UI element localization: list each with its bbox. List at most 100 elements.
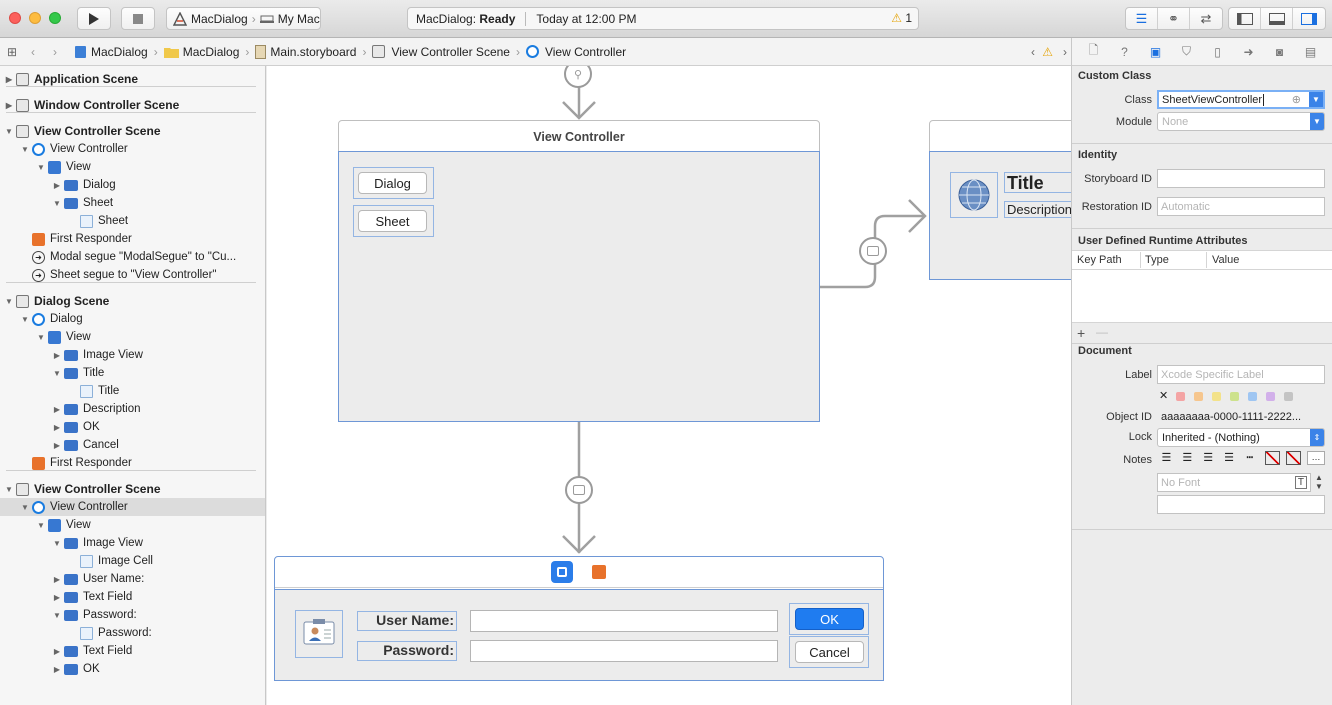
sheet-view[interactable]: User Name: Password: OK Cancel <box>274 589 884 681</box>
disclosure-closed-icon[interactable]: ▶ <box>52 405 62 414</box>
restoration-id-field[interactable]: Automatic <box>1157 197 1325 216</box>
window-minimize-button[interactable] <box>29 12 41 24</box>
no-text-color-icon[interactable] <box>1265 451 1281 465</box>
jump-item-storyboard[interactable]: Main.storyboard <box>255 44 356 59</box>
disclosure-open-icon[interactable]: ▼ <box>52 199 62 208</box>
more-options-icon[interactable]: … <box>1307 451 1325 465</box>
class-field[interactable]: SheetViewController ⊕ ▼ <box>1157 90 1325 109</box>
align-center-icon[interactable]: ☰ <box>1178 451 1197 469</box>
outline-row[interactable]: Sheet <box>0 212 265 230</box>
attributes-inspector-icon[interactable]: ⛉ <box>1179 44 1195 60</box>
storyboard-id-field[interactable] <box>1157 169 1325 188</box>
cancel-button[interactable]: Cancel <box>795 641 864 663</box>
outline-row[interactable]: ▼ View <box>0 328 265 346</box>
outline-row[interactable]: ▶ Text Field <box>0 588 265 606</box>
outline-row[interactable]: ▼ Sheet <box>0 194 265 212</box>
type-column[interactable]: Type <box>1145 254 1169 266</box>
outline-scene-row[interactable]: ▼ Dialog Scene <box>0 292 265 310</box>
disclosure-open-icon[interactable]: ▼ <box>52 539 62 548</box>
value-column[interactable]: Value <box>1212 254 1239 266</box>
outline-row[interactable]: ▶ User Name: <box>0 570 265 588</box>
jump-item-project[interactable]: MacDialog <box>74 45 148 59</box>
run-button[interactable] <box>77 7 111 30</box>
disclosure-closed-icon[interactable]: ▶ <box>52 593 62 602</box>
key-path-column[interactable]: Key Path <box>1077 254 1122 266</box>
issue-warning-icon[interactable]: ⚠ <box>1042 45 1053 59</box>
label-color-swatch[interactable] <box>1212 392 1221 401</box>
outline-row[interactable]: ▶ Cancel <box>0 436 265 454</box>
jump-item-view-controller[interactable]: View Controller <box>525 45 626 59</box>
identity-inspector-icon[interactable]: ▣ <box>1148 44 1164 60</box>
disclosure-open-icon[interactable]: ▼ <box>20 503 30 512</box>
outline-row[interactable]: First Responder <box>0 230 265 248</box>
disclosure-closed-icon[interactable]: ▶ <box>4 75 14 84</box>
outline-row[interactable]: Password: <box>0 624 265 642</box>
align-right-icon[interactable]: ☰ <box>1199 451 1218 469</box>
align-justify-icon[interactable]: ☰ <box>1220 451 1239 469</box>
label-color-swatch[interactable] <box>1248 392 1257 401</box>
warning-indicator[interactable]: ⚠ 1 <box>891 11 912 25</box>
standard-editor-button[interactable]: ☰ <box>1126 8 1158 29</box>
disclosure-closed-icon[interactable]: ▶ <box>52 647 62 656</box>
view-controller-view[interactable]: Dialog Sheet <box>338 151 820 422</box>
disclosure-closed-icon[interactable]: ▶ <box>52 665 62 674</box>
disclosure-open-icon[interactable]: ▼ <box>36 521 46 530</box>
window-zoom-button[interactable] <box>49 12 61 24</box>
disclosure-closed-icon[interactable]: ▶ <box>52 181 62 190</box>
ok-button[interactable]: OK <box>795 608 864 630</box>
disclosure-open-icon[interactable]: ▼ <box>20 315 30 324</box>
lock-popup[interactable]: Inherited - (Nothing) ⇕ <box>1157 428 1325 447</box>
outline-row[interactable]: ▼ View Controller <box>0 140 265 158</box>
next-issue-icon[interactable]: › <box>1063 45 1067 59</box>
no-background-color-icon[interactable] <box>1286 451 1302 465</box>
sheet-button[interactable]: Sheet <box>358 210 427 232</box>
stop-button[interactable] <box>121 7 155 30</box>
version-editor-button[interactable]: ⇄ <box>1190 8 1222 29</box>
previous-issue-icon[interactable]: ‹ <box>1031 45 1035 59</box>
outline-row[interactable]: ▶ OK <box>0 660 265 678</box>
outline-row[interactable]: ➜ Modal segue "ModalSegue" to "Cu... <box>0 248 265 266</box>
align-left-icon[interactable]: ☰ <box>1157 451 1176 469</box>
align-natural-icon[interactable]: ┅ <box>1240 451 1259 469</box>
disclosure-open-icon[interactable]: ▼ <box>20 145 30 154</box>
outline-scene-row[interactable]: ▼ View Controller Scene <box>0 480 265 498</box>
back-arrow-icon[interactable]: ‹ <box>22 45 44 59</box>
assistant-editor-button[interactable]: ⚭ <box>1158 8 1190 29</box>
label-color-swatch[interactable] <box>1194 392 1203 401</box>
add-attribute-button[interactable]: + <box>1077 325 1085 341</box>
outline-row[interactable]: ▼ View <box>0 516 265 534</box>
connections-inspector-icon[interactable]: ➜ <box>1241 44 1257 60</box>
chevron-down-icon[interactable]: ▼ <box>1309 92 1323 107</box>
related-items-icon[interactable]: ⊞ <box>2 45 22 59</box>
first-responder-icon[interactable] <box>592 565 606 579</box>
outline-scene-row[interactable]: ▼ View Controller Scene <box>0 122 265 140</box>
dialog-view[interactable]: Title Description <box>929 151 1071 280</box>
modal-segue-icon[interactable] <box>859 237 887 265</box>
outline-row[interactable]: ▼ Password: <box>0 606 265 624</box>
toggle-utilities-button[interactable] <box>1293 8 1325 29</box>
quick-help-icon[interactable]: ? <box>1117 44 1133 60</box>
navigate-arrow-icon[interactable]: ⊕ <box>1292 93 1301 106</box>
outline-row[interactable]: ▶ OK <box>0 418 265 436</box>
clear-label-icon[interactable]: ✕ <box>1159 389 1168 402</box>
file-inspector-icon[interactable]: 🗋 <box>1086 43 1102 60</box>
outline-row[interactable]: ▼ View <box>0 158 265 176</box>
disclosure-closed-icon[interactable]: ▶ <box>4 101 14 110</box>
jump-item-folder[interactable]: MacDialog <box>163 45 239 59</box>
disclosure-open-icon[interactable]: ▼ <box>52 611 62 620</box>
outline-row[interactable]: ▶ Dialog <box>0 176 265 194</box>
dialog-scene[interactable]: Title Description <box>929 120 1071 280</box>
disclosure-open-icon[interactable]: ▼ <box>4 297 14 306</box>
outline-row[interactable]: ▼ Dialog <box>0 310 265 328</box>
disclosure-open-icon[interactable]: ▼ <box>52 369 62 378</box>
view-controller-scene[interactable]: View Controller Dialog Sheet <box>338 120 820 422</box>
jump-item-scene[interactable]: View Controller Scene <box>372 45 510 59</box>
sheet-view-controller-scene[interactable]: User Name: Password: OK Cancel <box>274 556 884 681</box>
username-field[interactable] <box>470 610 778 632</box>
outline-row[interactable]: ▼ Title <box>0 364 265 382</box>
outline-row[interactable]: ▶ Image View <box>0 346 265 364</box>
effects-inspector-icon[interactable]: ▤ <box>1303 44 1319 60</box>
forward-arrow-icon[interactable]: › <box>44 45 66 59</box>
disclosure-open-icon[interactable]: ▼ <box>36 163 46 172</box>
toggle-debug-button[interactable] <box>1261 8 1293 29</box>
